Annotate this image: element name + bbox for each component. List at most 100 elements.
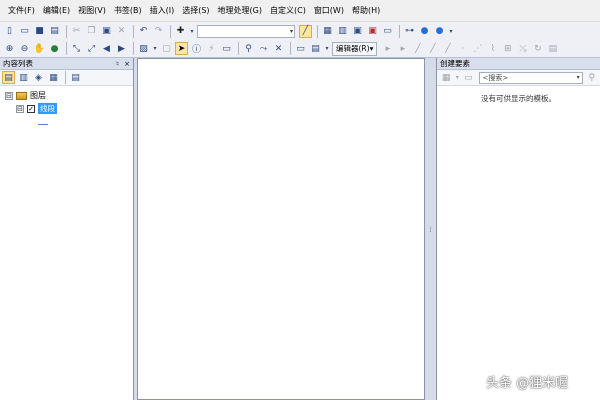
clear-selection-icon[interactable]: ▢ — [160, 42, 173, 55]
map-view[interactable] — [137, 58, 425, 400]
find-icon[interactable]: ⚲ — [242, 42, 255, 55]
editor-toolbar-icon[interactable]: ╱ — [299, 24, 312, 38]
layer-visibility-checkbox[interactable]: ✓ — [27, 104, 35, 113]
cut-polygons-icon[interactable]: ⊞ — [501, 42, 514, 55]
menu-edit[interactable]: 编辑(E) — [39, 0, 74, 22]
route-icon[interactable]: ⤳ — [257, 42, 270, 55]
layer-name[interactable]: 线段 — [38, 103, 57, 114]
python-window-icon[interactable]: ▭ — [381, 25, 394, 38]
time-slider-icon[interactable]: ▤ — [309, 42, 322, 55]
modelbuilder-icon[interactable]: ⊶ — [403, 25, 416, 38]
layer-tree: ⊟ 图层 ⊟ ✓ 线段 — [0, 86, 133, 115]
help-circle-icon[interactable]: ● — [418, 25, 431, 38]
rotate-tool-icon[interactable]: ↻ — [531, 42, 544, 55]
whats-this-icon[interactable]: ● — [433, 25, 446, 38]
arctoolbox-icon[interactable]: ▣ — [366, 25, 379, 38]
menu-view[interactable]: 视图(V) — [74, 0, 110, 22]
forward-arrow-icon[interactable]: ▶ — [115, 42, 128, 55]
editor-menu-button[interactable]: 编辑器(R) ▾ — [332, 41, 378, 56]
cut-icon[interactable]: ✂ — [70, 25, 83, 38]
toolbar-separator — [65, 71, 66, 84]
catalog-window-icon[interactable]: ▥ — [336, 25, 349, 38]
toolbar-separator — [238, 42, 239, 55]
select-elements-icon[interactable]: ➤ — [175, 42, 188, 55]
redo-icon[interactable]: ↷ — [152, 25, 165, 38]
copy-icon[interactable]: ❐ — [85, 25, 98, 38]
template-search-input[interactable]: <搜索> ▾ — [479, 71, 583, 84]
list-by-source-icon[interactable]: ▥ — [17, 71, 30, 84]
trace-icon[interactable]: ╱ — [441, 42, 454, 55]
straight-segment-icon[interactable]: ╱ — [411, 42, 424, 55]
scale-combobox[interactable]: ▾ — [197, 24, 295, 38]
tree-row-layers: ⊟ 图层 — [5, 89, 133, 102]
html-popup-icon[interactable]: ▭ — [220, 42, 233, 55]
select-by-graphics-icon[interactable]: ▨ — [137, 42, 150, 55]
collapse-icon[interactable]: ⊟ — [16, 104, 24, 113]
search-window-icon[interactable]: ▣ — [351, 25, 364, 38]
close-icon[interactable]: × — [124, 60, 130, 68]
hyperlink-icon[interactable]: ⚡ — [205, 42, 218, 55]
toolbar-separator — [170, 24, 171, 38]
template-properties-icon[interactable]: ▭ — [462, 71, 474, 84]
table-window-icon[interactable]: ▦ — [321, 25, 334, 38]
pan-icon[interactable]: ✋ — [33, 42, 46, 55]
watermark-text: 头条 @狸米喔 — [486, 376, 569, 391]
print-icon[interactable]: ▤ — [48, 25, 61, 38]
zoom-in-icon[interactable]: ⊕ — [3, 42, 16, 55]
toolbar-separator — [133, 24, 134, 38]
organize-templates-icon[interactable]: ▦ — [440, 71, 452, 84]
chevron-down-icon[interactable]: ▾ — [448, 25, 454, 38]
fixed-zoom-out-icon[interactable]: ⤢ — [85, 42, 98, 55]
reshape-feature-icon[interactable]: ⌇ — [486, 42, 499, 55]
menu-geoprocessing[interactable]: 地理处理(G) — [214, 0, 266, 22]
new-document-icon[interactable]: ▯ — [3, 25, 16, 38]
zoom-out-icon[interactable]: ⊖ — [18, 42, 31, 55]
fixed-zoom-in-icon[interactable]: ⤡ — [70, 42, 83, 55]
delete-icon[interactable]: ✕ — [115, 25, 128, 38]
list-by-visibility-icon[interactable]: ◈ — [32, 71, 45, 84]
pin-icon[interactable]: ♮ — [116, 60, 119, 68]
edit-annotation-icon[interactable]: ▸ — [396, 42, 409, 55]
toolbar-separator — [290, 42, 291, 55]
end-point-arc-icon[interactable]: ╱ — [426, 42, 439, 55]
collapse-icon[interactable]: ⊟ — [5, 91, 13, 100]
open-folder-icon[interactable]: ▭ — [18, 25, 31, 38]
options-icon[interactable]: ▤ — [69, 71, 82, 84]
list-by-drawing-order-icon[interactable]: ▤ — [2, 71, 15, 84]
paste-icon[interactable]: ▣ — [100, 25, 113, 38]
chevron-down-icon[interactable]: ▾ — [577, 74, 580, 81]
search-icon[interactable]: ⚲ — [586, 71, 598, 84]
menu-selection[interactable]: 选择(S) — [178, 0, 213, 22]
menu-insert[interactable]: 插入(I) — [146, 0, 179, 22]
split-tool-icon[interactable]: ⤯ — [516, 42, 529, 55]
list-by-selection-icon[interactable]: ▦ — [47, 71, 60, 84]
attributes-icon[interactable]: ▤ — [546, 42, 559, 55]
menu-customize[interactable]: 自定义(C) — [266, 0, 310, 22]
line-symbol-icon — [38, 124, 48, 125]
chevron-down-icon[interactable]: ▾ — [152, 42, 158, 55]
create-features-title: 创建要素 — [440, 59, 470, 68]
menu-help[interactable]: 帮助(H) — [348, 0, 384, 22]
panel-splitter[interactable]: ⁞ — [425, 58, 436, 400]
edit-vertices-icon[interactable]: ⋰ — [471, 42, 484, 55]
point-icon[interactable]: · — [456, 42, 469, 55]
save-icon[interactable]: ■ — [33, 25, 46, 38]
menu-windows[interactable]: 窗口(W) — [310, 0, 348, 22]
identify-icon[interactable]: ⓘ — [190, 42, 203, 55]
full-extent-icon[interactable]: ● — [48, 42, 61, 55]
toolbar-separator — [399, 24, 400, 38]
back-arrow-icon[interactable]: ◀ — [100, 42, 113, 55]
chevron-down-icon[interactable]: ▾ — [189, 25, 195, 38]
undo-icon[interactable]: ↶ — [137, 25, 150, 38]
edit-tool-icon[interactable]: ▸ — [381, 42, 394, 55]
menu-file[interactable]: 文件(F) — [4, 0, 39, 22]
create-features-title-bar: 创建要素 — [437, 58, 600, 70]
measure-icon[interactable]: ▭ — [294, 42, 307, 55]
data-frame-label[interactable]: 图层 — [30, 90, 46, 101]
chevron-down-icon[interactable]: ▾ — [324, 42, 330, 55]
add-data-icon[interactable]: ✚ — [174, 25, 187, 38]
chevron-down-icon[interactable]: ▾ — [454, 71, 460, 84]
tools-toolbar: ⊕ ⊖ ✋ ● ⤡ ⤢ ◀ ▶ ▨ ▾ ▢ ➤ ⓘ ⚡ ▭ ⚲ ⤳ ✕ ▭ ▤ … — [0, 40, 600, 58]
menu-bookmarks[interactable]: 书签(B) — [110, 0, 146, 22]
go-to-xy-icon[interactable]: ✕ — [272, 42, 285, 55]
